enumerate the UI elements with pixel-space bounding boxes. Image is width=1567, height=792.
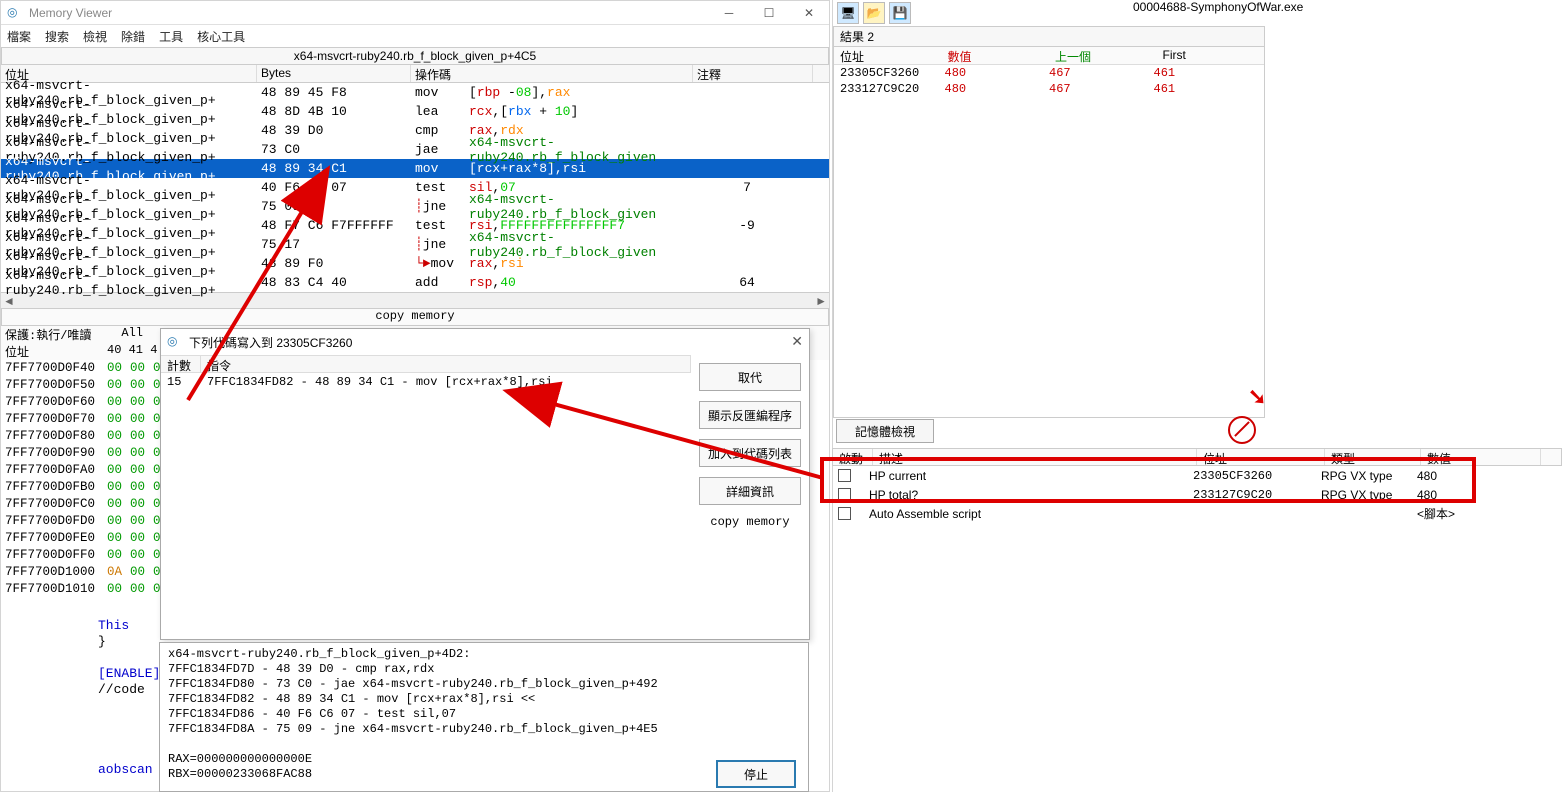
snippet-code: //code — [98, 682, 160, 698]
scan-results: 結果 2 位址 數值 上一個 First 23305CF326048046746… — [833, 26, 1265, 418]
dlg-row-instr: 7FFC1834FD82 - 48 89 34 C1 - mov [rcx+ra… — [207, 375, 553, 389]
dlg-row-count: 15 — [167, 375, 207, 389]
dlg-col-instr[interactable]: 指令 — [201, 356, 691, 372]
results-count-label: 結果 2 — [834, 27, 1264, 47]
result-row[interactable]: 23305CF3260480467461 — [834, 65, 1264, 81]
col-note[interactable]: 注釋 — [693, 65, 813, 82]
menu-debug[interactable]: 除錯 — [121, 28, 145, 45]
dialog-title-text: 下列代碼寫入到 23305CF3260 — [189, 334, 352, 351]
snippet-this: This — [98, 618, 160, 634]
addr-col-label: 位址 — [5, 343, 107, 360]
disasm-row[interactable]: x64-msvcrt-ruby240.rb_f_block_given_p+48… — [1, 273, 829, 292]
code-snippet: This } [ENABLE] //code aobscan — [98, 618, 160, 778]
res-col-addr[interactable]: 位址 — [834, 47, 942, 64]
col-bytes[interactable]: Bytes — [257, 65, 411, 82]
dlg-row[interactable]: 15 7FFC1834FD82 - 48 89 34 C1 - mov [rcx… — [161, 373, 691, 391]
result-rows[interactable]: 23305CF3260480467461233127C9C20480467461 — [834, 65, 1264, 97]
snippet-aobscan: aobscan — [98, 762, 160, 778]
disassembly-list[interactable]: x64-msvcrt-ruby240.rb_f_block_given_p+48… — [1, 83, 829, 292]
all-label: All — [107, 326, 143, 343]
location-header: x64-msvcrt-ruby240.rb_f_block_given_p+4C… — [1, 47, 829, 65]
maximize-button[interactable]: ☐ — [749, 1, 789, 25]
dialog-icon: ◎ — [167, 334, 183, 350]
snippet-brace: } — [98, 634, 160, 650]
res-col-first[interactable]: First — [1157, 47, 1265, 64]
app-icon: ◎ — [7, 5, 23, 21]
window-title: Memory Viewer — [29, 6, 823, 20]
dialog-close-button[interactable]: ✕ — [791, 333, 803, 350]
replace-button[interactable]: 取代 — [699, 363, 801, 391]
address-row[interactable]: Auto Assemble script<腳本> — [832, 504, 1562, 523]
instruction-writers-dialog: ◎ 下列代碼寫入到 23305CF3260 ✕ 計數 指令 15 7FFC183… — [160, 328, 810, 640]
freeze-checkbox[interactable] — [838, 507, 851, 520]
menu-file[interactable]: 檔案 — [7, 28, 31, 45]
add-codelist-button[interactable]: 加入到代碼列表 — [699, 439, 801, 467]
show-disassembler-button[interactable]: 顯示反匯編程序 — [699, 401, 801, 429]
process-title: 00004688-SymphonyOfWar.exe — [1133, 0, 1303, 14]
col-opcode[interactable]: 操作碼 — [411, 65, 693, 82]
open-file-icon[interactable]: 📂 — [863, 2, 885, 24]
forbid-icon[interactable] — [1228, 416, 1256, 444]
snippet-enable: [ENABLE] — [98, 666, 160, 682]
close-button[interactable]: ✕ — [789, 1, 829, 25]
menu-core[interactable]: 核心工具 — [197, 28, 245, 45]
toolbar: 🖥 📂 💾 00004688-SymphonyOfWar.exe — [833, 0, 1567, 26]
title-bar[interactable]: ◎ Memory Viewer ─ ☐ ✕ — [1, 1, 829, 25]
stop-button[interactable]: 停止 — [716, 760, 796, 788]
details-button[interactable]: 詳細資訊 — [699, 477, 801, 505]
debug-info-textbox[interactable]: x64-msvcrt-ruby240.rb_f_block_given_p+4D… — [159, 642, 809, 792]
dlg-col-count[interactable]: 計數 — [161, 356, 201, 372]
res-col-value[interactable]: 數值 — [942, 47, 1050, 64]
dialog-title-bar[interactable]: ◎ 下列代碼寫入到 23305CF3260 ✕ — [161, 329, 809, 355]
highlight-box — [820, 457, 1476, 503]
save-icon[interactable]: 💾 — [889, 2, 911, 24]
menu-tools[interactable]: 工具 — [159, 28, 183, 45]
protect-label: 保護:執行/唯讀 — [5, 326, 107, 343]
byte-cols-label: 40 41 4 — [107, 343, 157, 360]
open-process-icon[interactable]: 🖥 — [837, 2, 859, 24]
minimize-button[interactable]: ─ — [709, 1, 749, 25]
res-col-prev[interactable]: 上一個 — [1049, 47, 1157, 64]
menu-bar: 檔案 搜索 檢視 除錯 工具 核心工具 — [1, 25, 829, 47]
result-row[interactable]: 233127C9C20480467461 — [834, 81, 1264, 97]
red-arrow-icon: ➘ — [1248, 384, 1266, 410]
copy-memory-bar[interactable]: copy memory — [1, 308, 829, 326]
menu-search[interactable]: 搜索 — [45, 28, 69, 45]
cheat-engine-main: 🖥 📂 💾 00004688-SymphonyOfWar.exe 結果 2 位址… — [832, 0, 1567, 792]
menu-view[interactable]: 檢視 — [83, 28, 107, 45]
copy-memory-label: copy memory — [699, 515, 801, 529]
memory-view-button[interactable]: 記憶體檢視 — [836, 419, 934, 443]
